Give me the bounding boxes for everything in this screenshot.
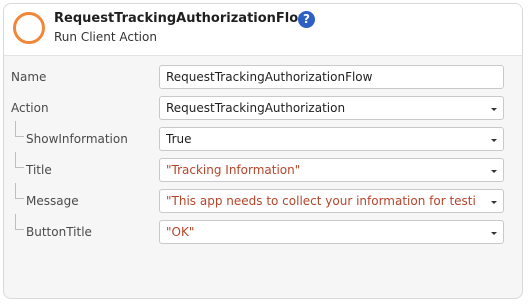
title-field[interactable]: "Tracking Information" (159, 158, 504, 182)
property-label: Title (26, 163, 52, 177)
property-row-action: Action RequestTrackingAuthorization (4, 96, 522, 122)
property-row-title: Title "Tracking Information" (4, 152, 522, 184)
chevron-down-icon (491, 232, 497, 235)
action-subtitle: Run Client Action (54, 30, 157, 44)
field-value: RequestTrackingAuthorizationFlow (166, 70, 373, 84)
message-field[interactable]: "This app needs to collect your informat… (159, 189, 504, 213)
chevron-down-icon (491, 201, 497, 204)
properties-panel: RequestTrackingAuthorizationFlow ? Run C… (3, 3, 523, 299)
property-label: Name (11, 70, 47, 84)
field-value: "This app needs to collect your informat… (166, 194, 476, 208)
property-label: Action (11, 101, 49, 115)
property-row-name: Name RequestTrackingAuthorizationFlow (4, 65, 522, 91)
property-row-message: Message "This app needs to collect your … (4, 183, 522, 215)
action-select[interactable]: RequestTrackingAuthorization (159, 96, 504, 120)
chevron-down-icon (491, 108, 497, 111)
tree-connector (15, 214, 24, 230)
help-icon[interactable]: ? (298, 11, 315, 28)
tree-connector (15, 152, 24, 168)
buttontitle-field[interactable]: "OK" (159, 220, 504, 244)
property-row-showinformation: ShowInformation True (4, 121, 522, 153)
panel-header: RequestTrackingAuthorizationFlow ? Run C… (4, 4, 522, 56)
property-row-buttontitle: ButtonTitle "OK" (4, 214, 522, 246)
name-field[interactable]: RequestTrackingAuthorizationFlow (159, 65, 504, 89)
showinformation-select[interactable]: True (159, 127, 504, 151)
action-title: RequestTrackingAuthorizationFlow (54, 11, 311, 26)
field-value: True (166, 132, 192, 146)
property-label: ButtonTitle (26, 225, 92, 239)
chevron-down-icon (491, 170, 497, 173)
field-value: RequestTrackingAuthorization (166, 101, 346, 115)
tree-connector (15, 121, 24, 137)
field-value: "OK" (166, 225, 195, 239)
property-label: Message (26, 194, 79, 208)
property-label: ShowInformation (26, 132, 128, 146)
chevron-down-icon (491, 139, 497, 142)
field-value: "Tracking Information" (166, 163, 301, 177)
client-action-node-icon (13, 12, 45, 44)
tree-connector (15, 183, 24, 199)
